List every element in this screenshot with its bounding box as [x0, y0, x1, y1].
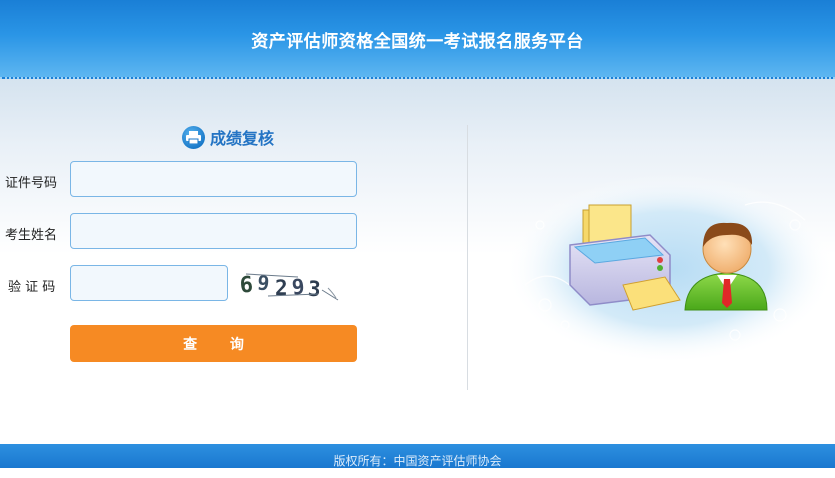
candidate-name-input[interactable]: [70, 213, 357, 249]
id-number-input[interactable]: [70, 161, 357, 197]
svg-text:9: 9: [291, 274, 306, 299]
captcha-image[interactable]: 6 9 2 9 3: [238, 268, 343, 306]
vertical-divider: [467, 125, 468, 390]
page-footer: 版权所有：中国资产评估师协会: [0, 444, 835, 468]
captcha-input[interactable]: [70, 265, 228, 301]
svg-text:6: 6: [239, 273, 254, 299]
captcha-label: 验 证 码: [8, 280, 56, 295]
svg-text:3: 3: [307, 277, 321, 302]
page-header: 资产评估师资格全国统一考试报名服务平台: [0, 0, 835, 79]
query-button[interactable]: 查 询: [70, 325, 357, 362]
panel-title: 成绩复核: [210, 129, 275, 148]
site-title: 资产评估师资格全国统一考试报名服务平台: [251, 32, 584, 52]
panel-heading: 成绩复核: [182, 125, 274, 149]
svg-text:9: 9: [256, 270, 270, 295]
id-number-label: 证件号码: [5, 176, 58, 191]
copyright-text: 版权所有：中国资产评估师协会: [333, 454, 502, 468]
illustration: [505, 165, 835, 364]
candidate-name-label: 考生姓名: [5, 228, 58, 243]
svg-text:2: 2: [275, 276, 288, 300]
printer-icon: [182, 125, 205, 149]
